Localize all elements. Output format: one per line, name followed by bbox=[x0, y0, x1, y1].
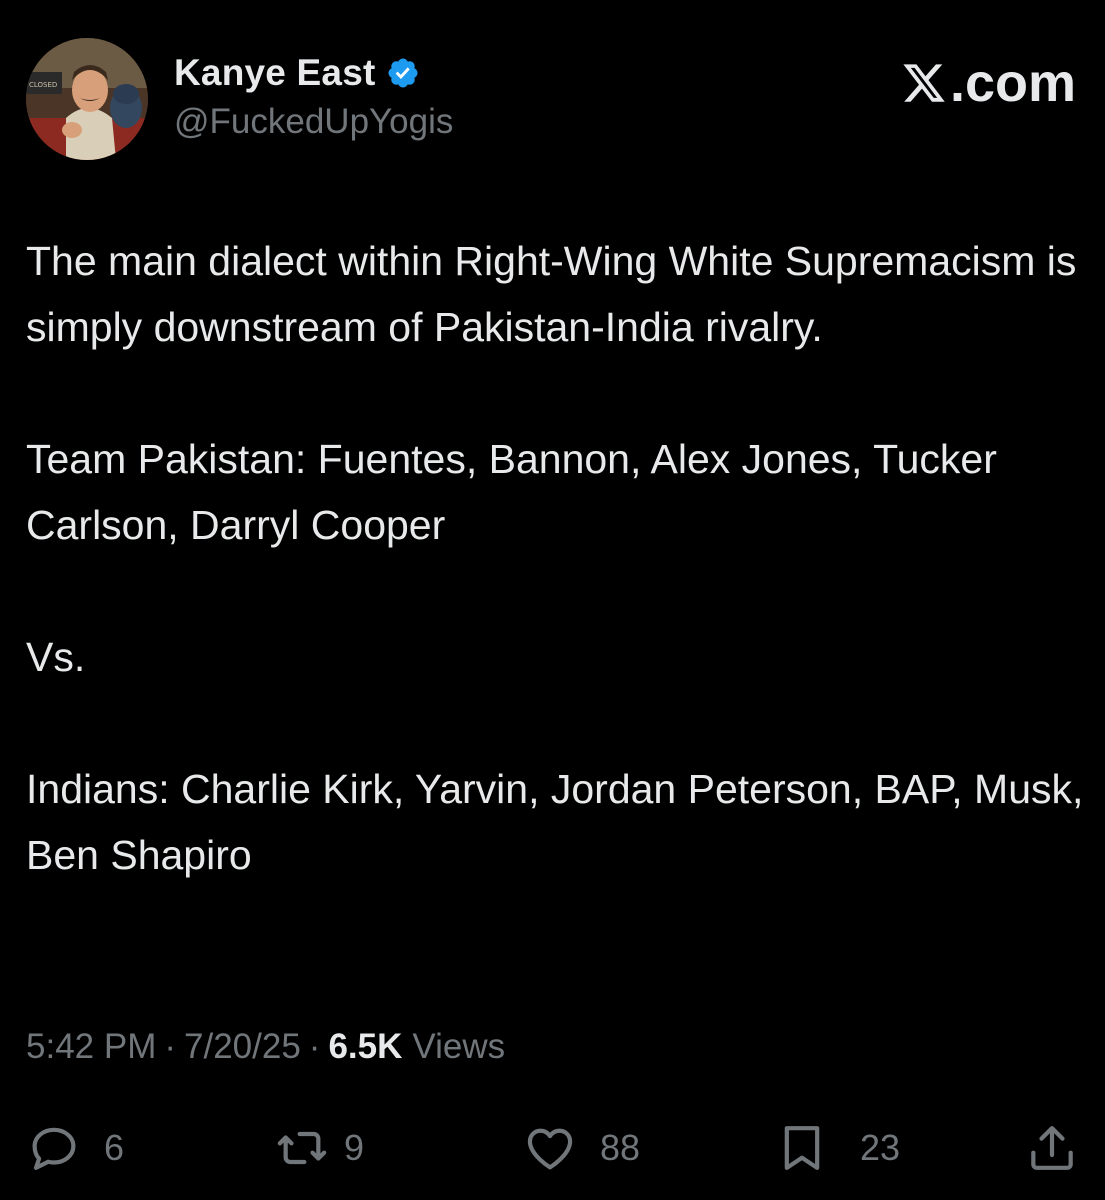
author-handle[interactable]: @FuckedUpYogis bbox=[174, 102, 453, 142]
verified-badge-icon bbox=[387, 58, 418, 88]
like-icon bbox=[527, 1128, 573, 1170]
post-paragraph-1: The main dialect within Right-Wing White… bbox=[26, 238, 1077, 350]
views-label[interactable]: Views bbox=[412, 1027, 505, 1067]
reply-count: 6 bbox=[104, 1127, 125, 1168]
display-name[interactable]: Kanye East bbox=[174, 52, 376, 94]
site-domain: .com bbox=[949, 53, 1076, 113]
meta-separator: · bbox=[164, 1027, 177, 1066]
repost-count: 9 bbox=[344, 1127, 365, 1168]
post-paragraph-4: Indians: Charlie Kirk, Yarvin, Jordan Pe… bbox=[26, 766, 1084, 878]
x-logo-icon bbox=[903, 64, 945, 102]
avatar-sign-text: CLOSED bbox=[29, 81, 57, 89]
reply-icon bbox=[32, 1127, 76, 1170]
bookmark-icon bbox=[784, 1126, 820, 1170]
share-button[interactable] bbox=[1024, 1118, 1080, 1178]
post-header: CLOSED Kanye East @FuckedUpYogis .com bbox=[26, 38, 1076, 168]
avatar[interactable]: CLOSED bbox=[26, 38, 148, 160]
reply-button[interactable]: 6 bbox=[26, 1118, 124, 1178]
post-text: The main dialect within Right-Wing White… bbox=[26, 228, 1086, 888]
post-paragraph-2: Team Pakistan: Fuentes, Bannon, Alex Jon… bbox=[26, 436, 997, 548]
post-paragraph-3: Vs. bbox=[26, 634, 86, 680]
display-name-row: Kanye East bbox=[174, 50, 453, 96]
meta-separator: · bbox=[308, 1027, 321, 1066]
site-label: .com bbox=[900, 52, 1076, 114]
repost-icon bbox=[277, 1131, 327, 1165]
post-date[interactable]: 7/20/25 bbox=[184, 1027, 301, 1067]
action-bar: 6 9 88 23 bbox=[26, 1118, 1080, 1178]
share-icon bbox=[1031, 1126, 1073, 1170]
post-meta: 5:42 PM · 7/20/25 · 6.5K Views bbox=[26, 1027, 505, 1067]
bookmark-count: 23 bbox=[860, 1127, 901, 1168]
post-time[interactable]: 5:42 PM bbox=[26, 1027, 156, 1067]
views-count[interactable]: 6.5K bbox=[328, 1027, 402, 1067]
like-button[interactable]: 88 bbox=[522, 1118, 640, 1178]
avatar-image: CLOSED bbox=[26, 38, 148, 160]
bookmark-button[interactable]: 23 bbox=[774, 1118, 900, 1178]
repost-button[interactable]: 9 bbox=[274, 1118, 364, 1178]
author-names: Kanye East @FuckedUpYogis bbox=[174, 50, 453, 142]
like-count: 88 bbox=[600, 1127, 641, 1168]
